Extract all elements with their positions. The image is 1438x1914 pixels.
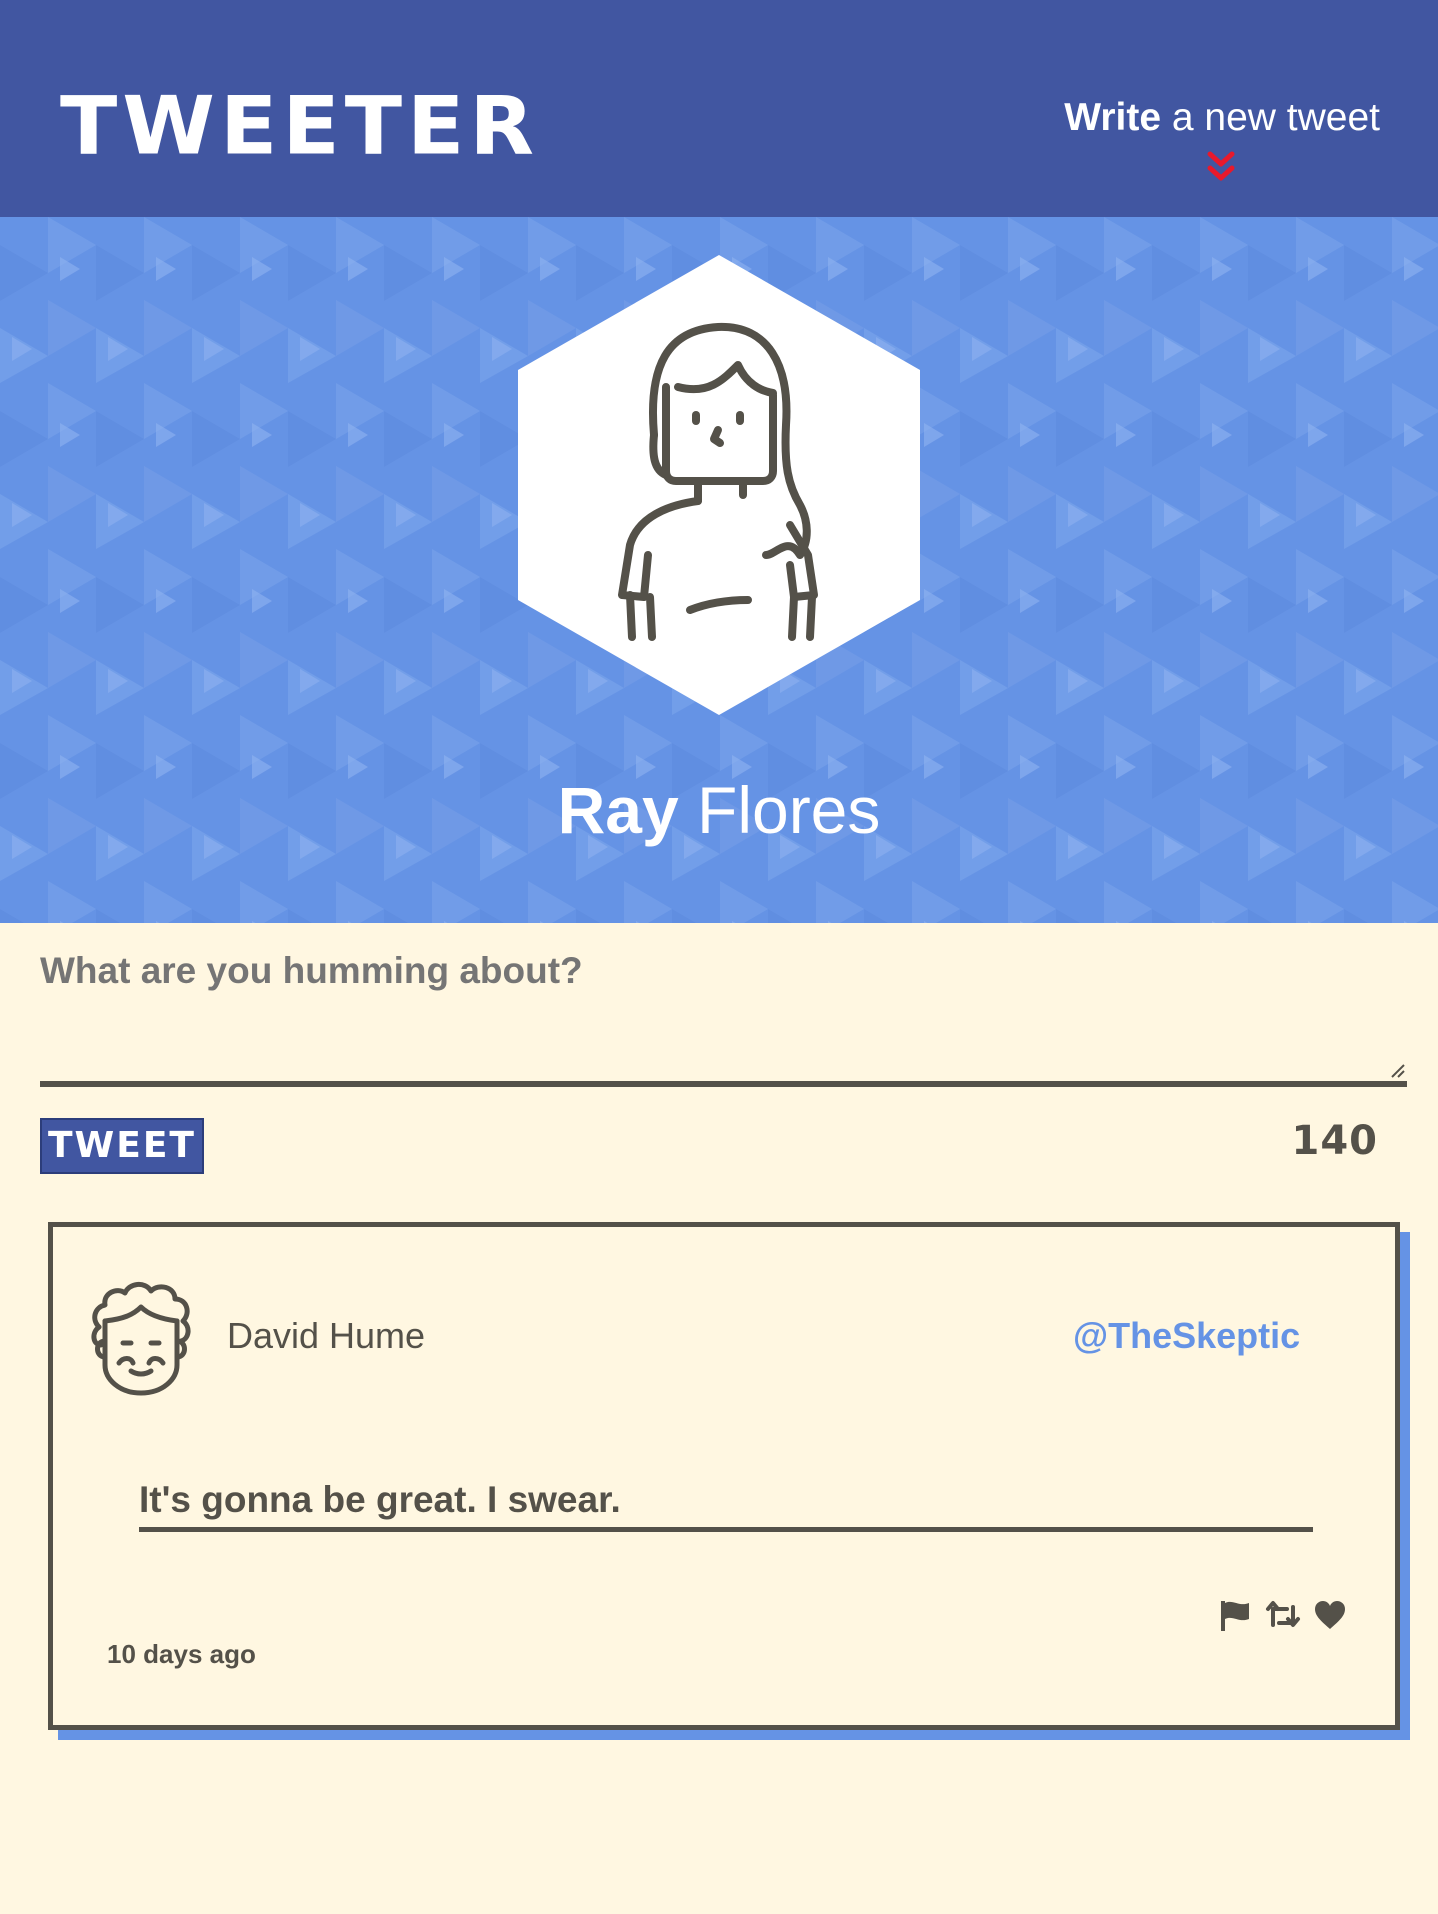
input-underline (40, 1081, 1407, 1087)
tweet-input[interactable] (40, 950, 1406, 1058)
compose-toggle[interactable]: Write a new tweet (1064, 96, 1380, 140)
tweet-author-name: David Hume (227, 1315, 426, 1356)
retweet-icon[interactable] (1265, 1599, 1301, 1638)
profile-first-name: Ray (557, 773, 679, 847)
tweet-timestamp: 10 days ago (107, 1639, 256, 1669)
compose-label-rest: a new tweet (1161, 96, 1380, 139)
app-logo: TWEETER (60, 79, 540, 173)
profile-last-name: Flores (678, 773, 881, 847)
tweet-actions (1219, 1599, 1359, 1639)
flag-icon[interactable] (1219, 1599, 1251, 1638)
composer-form (40, 950, 1408, 1058)
tweet-button[interactable]: TWEET (40, 1118, 204, 1174)
heart-icon[interactable] (1313, 1599, 1347, 1636)
char-counter: 140 (1291, 1118, 1378, 1164)
profile-header: Ray Flores (0, 217, 1438, 923)
tweet-text: It's gonna be great. I swear. (139, 1479, 1313, 1532)
profile-name: Ray Flores (0, 777, 1438, 843)
compose-label-bold: Write (1064, 96, 1162, 139)
tweet-author-handle[interactable]: @TheSkeptic (1073, 1315, 1300, 1357)
woman-avatar-icon (518, 255, 920, 715)
resize-grip-icon[interactable] (1388, 1061, 1406, 1079)
tweet-card: David Hume @TheSkeptic It's gonna be gre… (48, 1222, 1400, 1730)
top-nav: TWEETER Write a new tweet (0, 0, 1438, 217)
double-chevron-down-icon[interactable] (1201, 150, 1241, 190)
man-avatar-icon (91, 1282, 191, 1396)
